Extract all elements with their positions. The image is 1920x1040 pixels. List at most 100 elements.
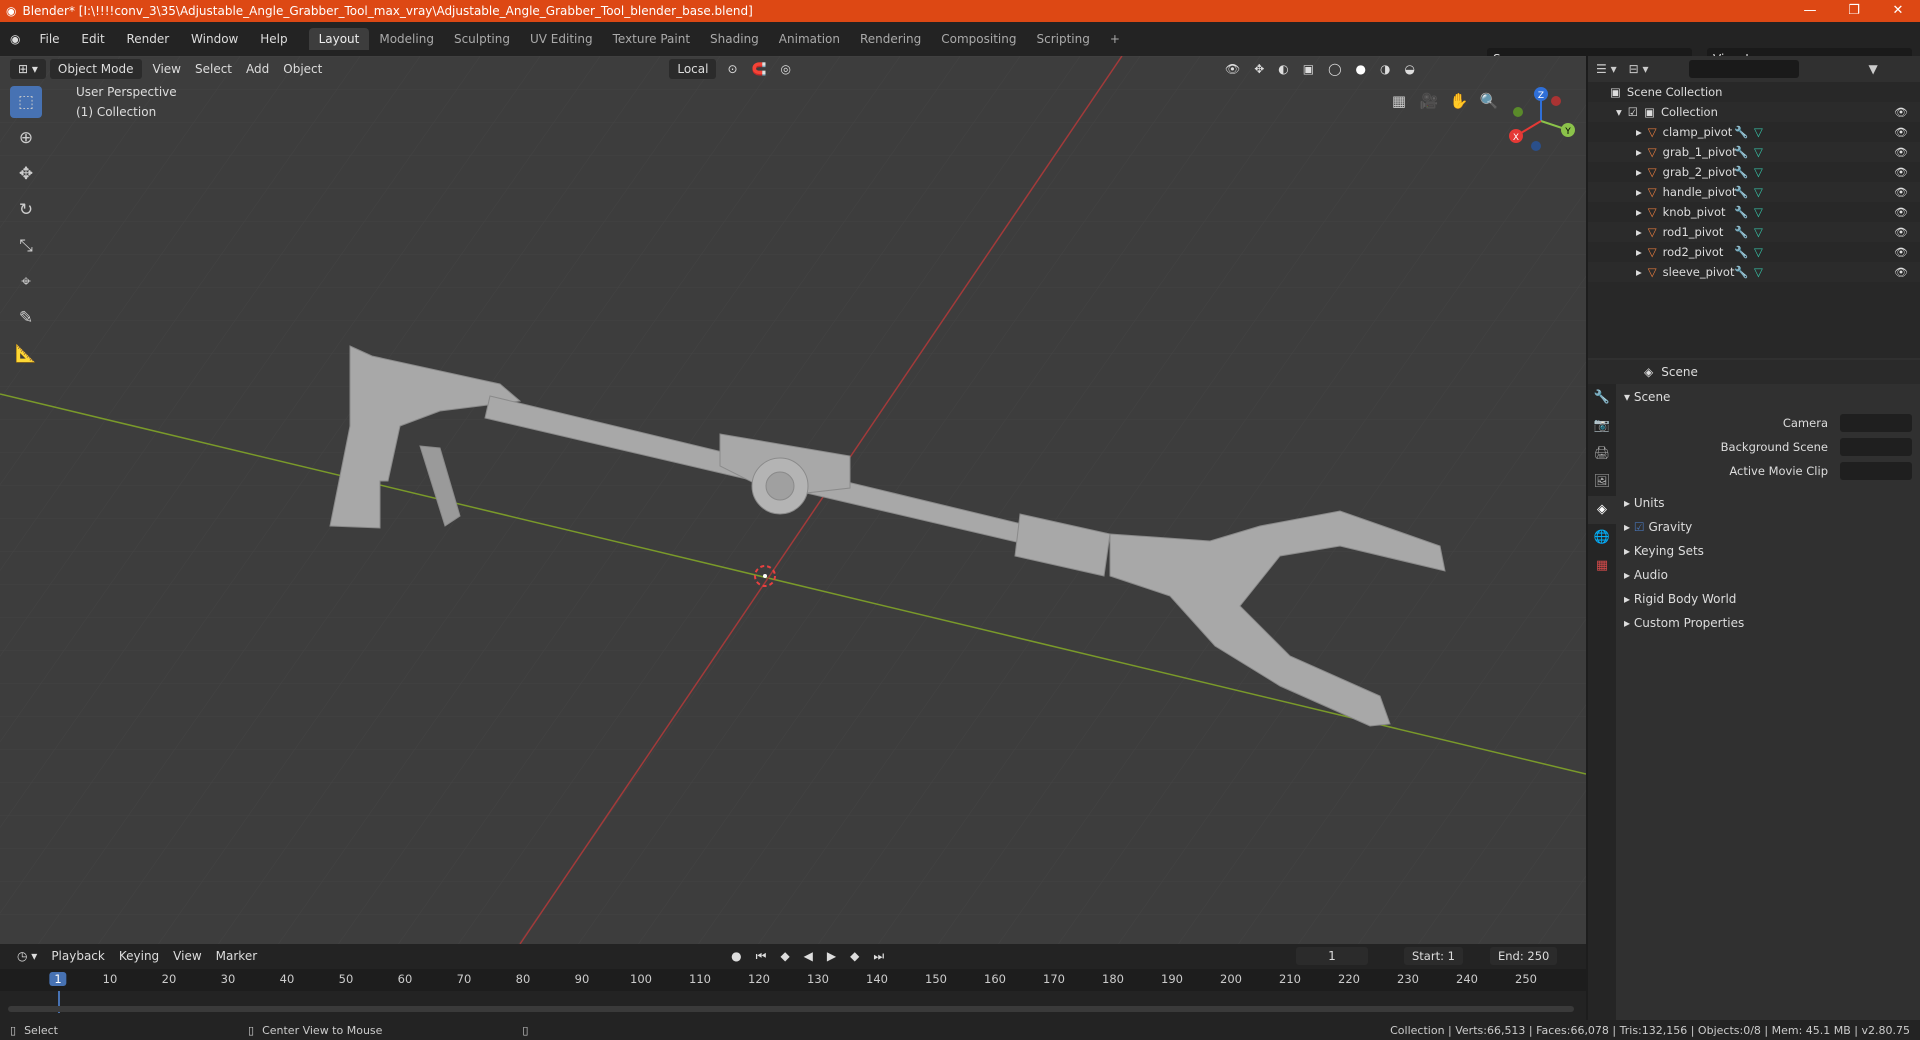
eye-icon[interactable]: 👁 <box>1894 146 1908 159</box>
viewport-menu-add[interactable]: Add <box>239 59 276 79</box>
tab-scripting[interactable]: Scripting <box>1026 28 1099 50</box>
mesh-data-icon[interactable]: ▽ <box>1754 265 1763 279</box>
eye-icon[interactable]: 👁 <box>1894 206 1908 219</box>
modifier-icon[interactable]: 🔧 <box>1734 265 1748 279</box>
select-box-tool[interactable]: ⬚ <box>10 86 42 118</box>
menu-render[interactable]: Render <box>117 32 178 46</box>
timeline-menu-view[interactable]: View <box>166 946 208 966</box>
gizmo-toggle-icon[interactable]: ✥ <box>1247 59 1271 79</box>
tab-compositing[interactable]: Compositing <box>931 28 1026 50</box>
next-keyframe-icon[interactable]: ◆ <box>843 946 866 966</box>
blender-menu-icon[interactable]: ◉ <box>0 32 30 46</box>
prev-keyframe-icon[interactable]: ◆ <box>773 946 796 966</box>
rotate-tool[interactable]: ↻ <box>10 194 42 226</box>
gravity-checkbox[interactable]: ☑ <box>1634 520 1645 534</box>
cursor-tool[interactable]: ⊕ <box>10 122 42 154</box>
timeline-menu-playback[interactable]: Playback <box>44 946 112 966</box>
modifier-icon[interactable]: 🔧 <box>1734 165 1748 179</box>
expand-arrow-icon[interactable]: ▸ <box>1636 165 1642 179</box>
mesh-data-icon[interactable]: ▽ <box>1754 205 1763 219</box>
shading-material-icon[interactable]: ◑ <box>1373 59 1397 79</box>
outliner-search[interactable] <box>1688 60 1799 78</box>
active-movie-clip-field[interactable] <box>1840 462 1912 480</box>
pivot-point-icon[interactable]: ⊙ <box>720 59 744 79</box>
start-frame-field[interactable]: Start: 1 <box>1404 947 1463 965</box>
scene-panel-header[interactable]: ▾ Scene <box>1624 390 1670 404</box>
mesh-data-icon[interactable]: ▽ <box>1754 245 1763 259</box>
tab-uv-editing[interactable]: UV Editing <box>520 28 603 50</box>
modifier-icon[interactable]: 🔧 <box>1734 185 1748 199</box>
scene-tab-icon[interactable]: ◈ <box>1588 496 1616 524</box>
eye-icon[interactable]: 👁 <box>1894 246 1908 259</box>
editor-type-button[interactable]: ⊞ ▾ <box>10 59 46 79</box>
move-tool[interactable]: ✥ <box>10 158 42 190</box>
eye-icon[interactable]: 👁 <box>1894 126 1908 139</box>
end-frame-field[interactable]: End: 250 <box>1490 947 1558 965</box>
add-workspace-icon[interactable]: + <box>1100 28 1130 50</box>
expand-arrow-icon[interactable]: ▸ <box>1636 125 1642 139</box>
transform-orientation-selector[interactable]: Local <box>669 59 717 79</box>
keying-sets-panel-header[interactable]: ▸ Keying Sets <box>1624 544 1704 558</box>
expand-arrow-icon[interactable]: ▾ <box>1616 105 1622 119</box>
tab-texture-paint[interactable]: Texture Paint <box>603 28 700 50</box>
modifier-icon[interactable]: 🔧 <box>1734 145 1748 159</box>
eye-icon[interactable]: 👁 <box>1894 186 1908 199</box>
texture-tab-icon[interactable]: ▦ <box>1588 552 1616 580</box>
zoom-icon[interactable]: 🔍 <box>1476 88 1502 114</box>
outliner-item-rod2-pivot[interactable]: ▸ ▽ rod2_pivot 🔧 ▽ 👁 <box>1588 242 1920 262</box>
shading-solid-icon[interactable]: ● <box>1349 59 1373 79</box>
play-reverse-icon[interactable]: ◀ <box>797 946 820 966</box>
3d-viewport[interactable]: ⊞ ▾ Object Mode View Select Add Object L… <box>0 56 1586 944</box>
toggle-camera-view-icon[interactable]: ▦ <box>1386 88 1412 114</box>
modifier-icon[interactable]: 🔧 <box>1734 245 1748 259</box>
tool-tab-icon[interactable]: 🔧 <box>1588 384 1616 412</box>
annotate-tool[interactable]: ✎ <box>10 302 42 334</box>
view-layer-tab-icon[interactable]: 🖼 <box>1588 468 1616 496</box>
jump-end-icon[interactable]: ⏭ <box>866 946 891 967</box>
eye-icon[interactable]: 👁 <box>1894 106 1908 119</box>
scene-collection-row[interactable]: ▣ Scene Collection <box>1588 82 1920 102</box>
play-icon[interactable]: ▶ <box>820 946 843 966</box>
background-scene-field[interactable] <box>1840 438 1912 456</box>
display-mode-icon[interactable]: ⊟ ▾ <box>1629 62 1649 76</box>
viewport-menu-view[interactable]: View <box>146 59 188 79</box>
mesh-data-icon[interactable]: ▽ <box>1754 165 1763 179</box>
checkbox-icon[interactable]: ☑ <box>1628 105 1638 119</box>
current-frame-field[interactable]: 1 <box>1296 947 1368 965</box>
overlays-icon[interactable]: ◐ <box>1271 59 1295 79</box>
shading-rendered-icon[interactable]: ◒ <box>1397 59 1421 79</box>
timeline-menu-marker[interactable]: Marker <box>209 946 264 966</box>
measure-tool[interactable]: 📐 <box>10 338 42 370</box>
tab-sculpting[interactable]: Sculpting <box>444 28 520 50</box>
tab-layout[interactable]: Layout <box>308 28 370 50</box>
camera-icon[interactable]: 🎥 <box>1416 88 1442 114</box>
snap-icon[interactable]: 🧲 <box>745 59 774 79</box>
viewport-menu-select[interactable]: Select <box>188 59 239 79</box>
outliner-item-grab-2-pivot[interactable]: ▸ ▽ grab_2_pivot 🔧 ▽ 👁 <box>1588 162 1920 182</box>
tab-animation[interactable]: Animation <box>769 28 850 50</box>
axis-gizmo[interactable]: Z Y X <box>1506 86 1576 156</box>
eye-icon[interactable]: 👁 <box>1894 226 1908 239</box>
jump-start-icon[interactable]: ⏮ <box>749 946 774 967</box>
modifier-icon[interactable]: 🔧 <box>1734 225 1748 239</box>
timeline-scrollbar[interactable] <box>8 1006 1574 1012</box>
mesh-data-icon[interactable]: ▽ <box>1754 145 1763 159</box>
outliner-item-knob-pivot[interactable]: ▸ ▽ knob_pivot 🔧 ▽ 👁 <box>1588 202 1920 222</box>
tab-rendering[interactable]: Rendering <box>850 28 931 50</box>
minimize-button[interactable]: — <box>1788 0 1832 22</box>
menu-file[interactable]: File <box>30 32 68 46</box>
xray-icon[interactable]: ▣ <box>1296 59 1321 79</box>
render-tab-icon[interactable]: 📷 <box>1588 412 1616 440</box>
shading-wireframe-icon[interactable]: ◯ <box>1321 59 1348 79</box>
expand-arrow-icon[interactable]: ▸ <box>1636 265 1642 279</box>
world-tab-icon[interactable]: 🌐 <box>1588 524 1616 552</box>
expand-arrow-icon[interactable]: ▸ <box>1636 145 1642 159</box>
audio-panel-header[interactable]: ▸ Audio <box>1624 568 1668 582</box>
outliner-item-sleeve-pivot[interactable]: ▸ ▽ sleeve_pivot 🔧 ▽ 👁 <box>1588 262 1920 282</box>
scale-tool[interactable]: ⤡ <box>10 230 42 262</box>
mesh-data-icon[interactable]: ▽ <box>1754 225 1763 239</box>
output-tab-icon[interactable]: 🖨 <box>1588 440 1616 468</box>
menu-window[interactable]: Window <box>182 32 247 46</box>
properties-editor[interactable]: ◈ Scene 🔧 📷 🖨 🖼 ◈ 🌐 ▦ ▾ Scene Camera Bac… <box>1588 360 1920 1020</box>
filter-icon[interactable]: ▼ <box>1869 62 1878 76</box>
